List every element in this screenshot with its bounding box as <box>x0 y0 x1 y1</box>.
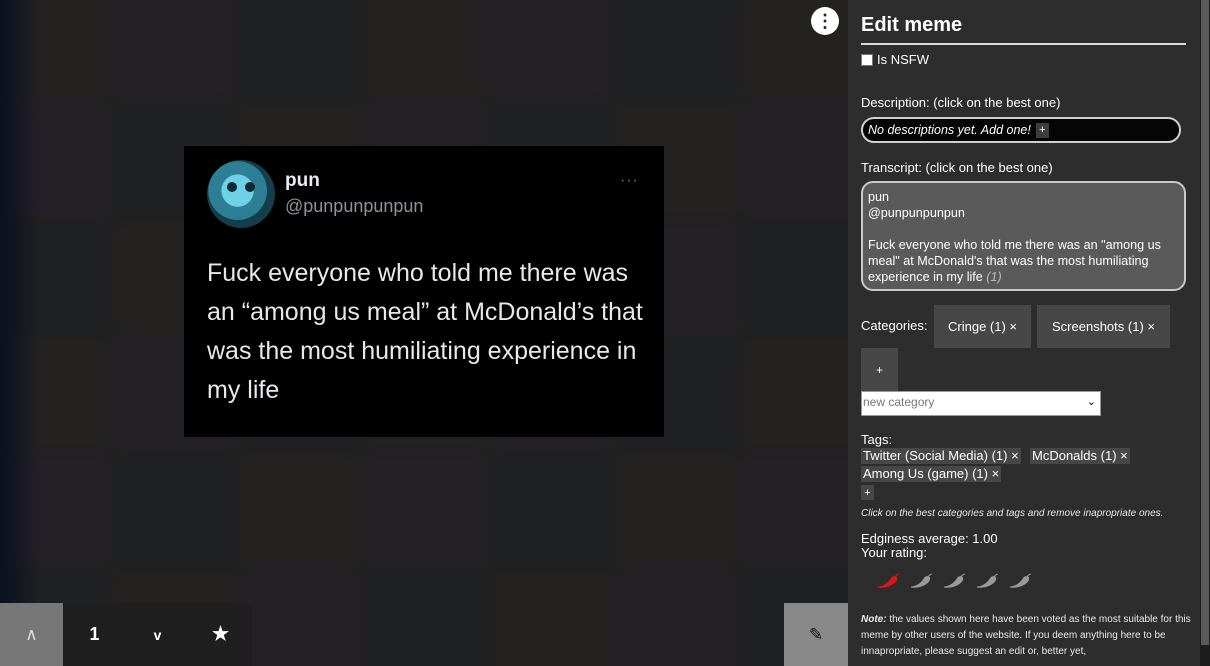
more-icon: ··· <box>620 172 639 189</box>
add-description-button[interactable]: + <box>1035 122 1049 138</box>
chevron-down-icon: ⌄ <box>1086 396 1096 408</box>
tag-chip[interactable]: McDonalds (1) × <box>1030 448 1130 464</box>
chili-pepper-icon-active[interactable] <box>876 573 900 589</box>
edit-pencil-button[interactable]: ✎ <box>784 603 848 666</box>
transcript-line: pun <box>868 190 890 204</box>
add-tag-button[interactable]: + <box>861 485 874 500</box>
bottom-nav: ∧ 1 v ★ <box>0 603 252 666</box>
chili-pepper-icon[interactable] <box>975 573 999 589</box>
chili-pepper-icon[interactable] <box>1008 573 1032 589</box>
tweet-text: Fuck everyone who told me there was an “… <box>207 259 643 404</box>
meme-image: pun @punpunpunpun ··· Fuck everyone who … <box>184 146 664 437</box>
tweet-author-handle: @punpunpunpun <box>285 196 424 216</box>
description-empty-text: No descriptions yet. Add one! <box>868 123 1031 137</box>
nsfw-label: Is NSFW <box>877 52 929 67</box>
title-divider <box>861 43 1186 45</box>
your-rating-label: Your rating: <box>861 545 928 560</box>
favorite-star-icon[interactable]: ★ <box>189 603 252 666</box>
chili-rating <box>876 573 1032 589</box>
next-button[interactable]: v <box>126 603 189 666</box>
edit-meme-panel: Edit meme Is NSFW Description: (click on… <box>848 0 1200 666</box>
transcript-option[interactable]: pun @punpunpunpun Fuck everyone who told… <box>861 181 1186 291</box>
scrollbar-thumb[interactable] <box>1201 0 1209 645</box>
note-text: Note: the values shown here have been vo… <box>861 614 1191 657</box>
transcript-line: @punpunpunpun <box>868 206 965 220</box>
add-category-button[interactable]: + <box>861 348 898 391</box>
edginess-average: Edginess average: 1.00 <box>861 531 998 546</box>
nsfw-checkbox-row[interactable]: Is NSFW <box>861 52 929 67</box>
tweet-author-name: pun <box>285 170 320 191</box>
tag-chip[interactable]: Twitter (Social Media) (1) × <box>861 448 1021 464</box>
panel-title: Edit meme <box>861 14 963 36</box>
page-number: 1 <box>63 603 126 666</box>
avatar <box>207 160 275 228</box>
category-chip[interactable]: Cringe (1) × <box>934 305 1031 348</box>
tags-label: Tags: <box>861 432 893 447</box>
edginess-block: Edginess average: 1.00 Your rating: <box>861 532 998 560</box>
new-category-select[interactable]: new category ⌄ <box>861 391 1101 416</box>
chili-pepper-icon[interactable] <box>942 573 966 589</box>
nsfw-checkbox[interactable] <box>861 53 873 66</box>
previous-button[interactable]: ∧ <box>0 603 63 666</box>
tag-chip[interactable]: Among Us (game) (1) × <box>861 466 1002 482</box>
transcript-body: Fuck everyone who told me there was an "… <box>868 238 1161 284</box>
transcript-vote-count: (1) <box>986 270 1002 284</box>
menu-dots-icon[interactable]: ⋮ <box>811 7 839 35</box>
chili-pepper-icon[interactable] <box>909 573 933 589</box>
transcript-label: Transcript: (click on the best one) <box>861 160 1053 175</box>
category-chip[interactable]: Screenshots (1) × <box>1037 305 1170 348</box>
description-label: Description: (click on the best one) <box>861 95 1061 110</box>
categories-label: Categories: <box>861 318 928 333</box>
description-option[interactable]: No descriptions yet. Add one! + <box>861 117 1181 143</box>
hint-text: Click on the best categories and tags an… <box>861 508 1164 519</box>
